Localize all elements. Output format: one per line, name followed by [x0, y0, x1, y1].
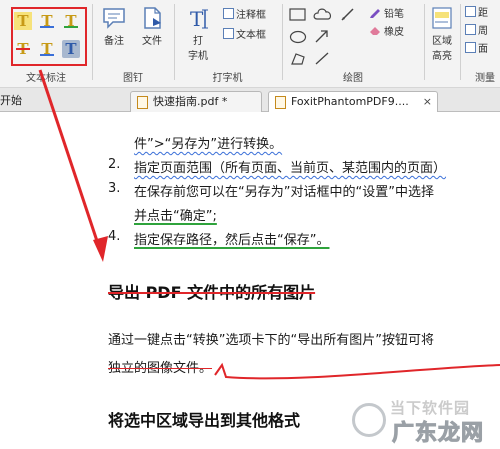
pointer-arrow — [38, 69, 108, 262]
